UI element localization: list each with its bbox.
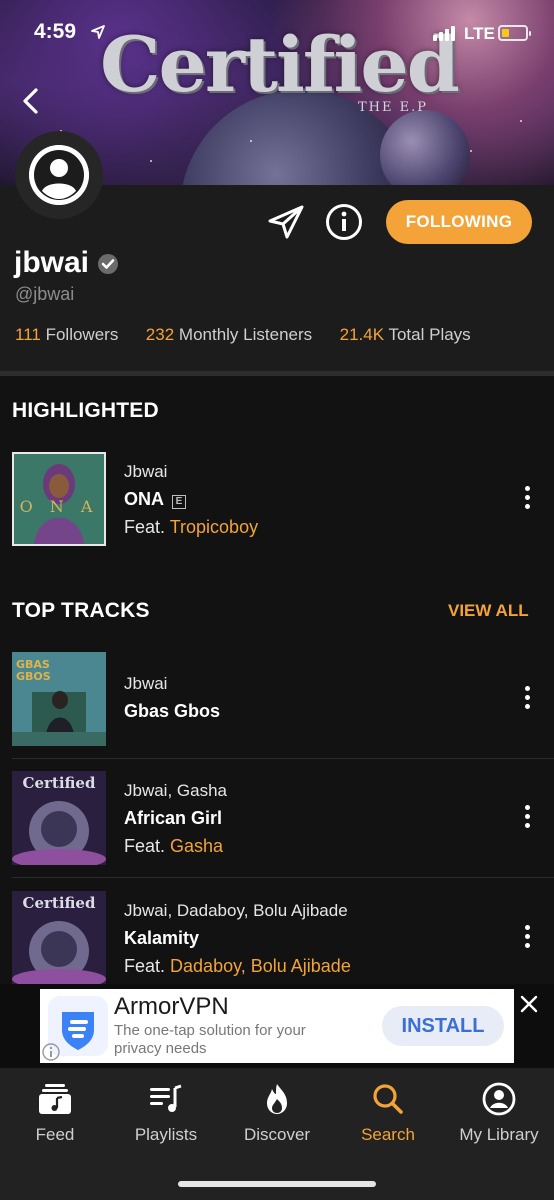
ad-info-icon[interactable]: [42, 1043, 60, 1061]
network-type: LTE: [464, 24, 495, 43]
track-title: ONA E: [124, 489, 186, 510]
following-button[interactable]: FOLLOWING: [386, 200, 532, 244]
tab-search[interactable]: Search: [333, 1082, 443, 1145]
flame-icon: [267, 1084, 287, 1114]
close-ad-icon[interactable]: [518, 993, 540, 1015]
featured-artist-link[interactable]: Gasha: [170, 836, 223, 856]
feat-prefix: Feat.: [124, 956, 171, 976]
featured-artist-link[interactable]: Dadaboy, Bolu Ajibade: [170, 956, 351, 976]
tab-playlists[interactable]: Playlists: [111, 1082, 221, 1145]
location-arrow-icon: [91, 25, 105, 39]
verified-badge-icon: [98, 254, 118, 274]
tab-label: Search: [361, 1125, 415, 1144]
total-plays-label: Total Plays: [388, 325, 471, 344]
track-title: Gbas Gbos: [124, 701, 221, 721]
top-tracks-heading: TOP TRACKS: [12, 599, 150, 622]
track-artist: Jbwai: [124, 462, 168, 481]
tab-label: Feed: [35, 1125, 75, 1144]
tab-feed[interactable]: Feed: [0, 1082, 110, 1145]
monthly-listeners-count: 232: [145, 325, 175, 344]
share-send-icon[interactable]: [266, 203, 306, 241]
track-cover-gbas-gbos: GBAS GBOS: [12, 652, 106, 746]
status-time: 4:59: [34, 20, 77, 43]
feat-prefix: Feat.: [124, 836, 171, 856]
ad-description: The one-tap solution for your privacy ne…: [114, 1022, 306, 1057]
ad-title: ArmorVPN: [114, 993, 229, 1020]
track-title: African Girl: [124, 808, 223, 828]
search-icon: [373, 1084, 403, 1114]
person-icon: [29, 145, 89, 205]
tab-label: Playlists: [134, 1125, 198, 1144]
track-featuring: Feat. Dadaboy, Bolu Ajibade: [124, 956, 351, 977]
track-artist: Jbwai, Gasha: [124, 781, 227, 800]
followers-count: 111: [15, 325, 41, 344]
tab-label: My Library: [459, 1125, 539, 1144]
banner-astronaut-helmet: [380, 110, 470, 185]
banner-subtitle: THE E.P: [358, 100, 428, 115]
followers-label: Followers: [45, 325, 119, 344]
track-cover-ona: O N A: [12, 452, 106, 546]
back-chevron-icon[interactable]: [16, 84, 46, 118]
more-options-icon[interactable]: [522, 925, 532, 955]
music-feed-icon: [39, 1084, 71, 1114]
tab-my-library[interactable]: My Library: [444, 1082, 554, 1145]
highlighted-heading: HIGHLIGHTED: [12, 399, 159, 422]
library-icon: [482, 1082, 516, 1116]
artist-stats: 111 Followers 232 Monthly Listeners 21.4…: [15, 325, 471, 345]
svg-text:O N A: O N A: [20, 497, 99, 516]
ad-install-button[interactable]: INSTALL: [382, 1006, 504, 1046]
artist-name: jbwai: [14, 246, 90, 279]
more-options-icon[interactable]: [522, 486, 532, 516]
home-indicator: [178, 1181, 376, 1187]
svg-text:Certified: Certified: [23, 894, 96, 912]
more-options-icon[interactable]: [522, 805, 532, 835]
track-title-text: ONA: [124, 489, 164, 509]
track-cover-certified: Certified: [12, 771, 106, 865]
track-artist: Jbwai, Dadaboy, Bolu Ajibade: [124, 901, 348, 920]
more-options-icon[interactable]: [522, 686, 532, 716]
track-title: Kalamity: [124, 928, 200, 948]
monthly-listeners-label: Monthly Listeners: [178, 325, 313, 344]
track-artist: Jbwai: [124, 674, 168, 693]
status-bar: 4:59 LTE: [0, 0, 554, 66]
playlist-icon: [150, 1084, 182, 1112]
feat-prefix: Feat.: [124, 517, 170, 537]
tab-discover[interactable]: Discover: [222, 1082, 332, 1145]
battery-icon: [498, 25, 531, 41]
featured-artist-link[interactable]: Tropicoboy: [170, 517, 258, 537]
track-featuring: Feat. Gasha: [124, 836, 223, 857]
avatar[interactable]: [29, 145, 89, 205]
total-plays-count: 21.4K: [339, 325, 385, 344]
view-all-link[interactable]: VIEW ALL: [448, 601, 529, 621]
tab-label: Discover: [243, 1125, 311, 1144]
signal-bars-icon: [433, 26, 455, 41]
svg-text:Certified: Certified: [23, 774, 96, 792]
svg-text:GBOS: GBOS: [16, 670, 51, 683]
track-featuring: Feat. Tropicoboy: [124, 517, 258, 538]
row-divider: [12, 877, 554, 878]
track-cover-certified: Certified: [12, 891, 106, 985]
ad-banner[interactable]: ArmorVPN The one-tap solution for your p…: [40, 989, 514, 1063]
artist-handle: @jbwai: [15, 284, 75, 304]
info-icon[interactable]: [325, 203, 363, 241]
explicit-badge-icon: E: [172, 495, 186, 509]
row-divider: [12, 758, 554, 759]
